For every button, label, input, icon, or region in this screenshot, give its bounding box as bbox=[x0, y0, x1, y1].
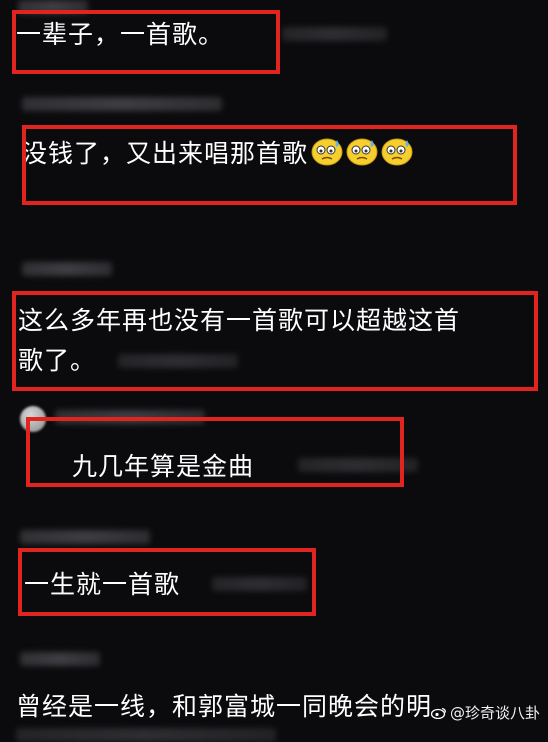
highlight-box bbox=[18, 548, 316, 616]
watermark: @珍奇谈八卦 bbox=[430, 702, 540, 723]
username-blurred[interactable] bbox=[20, 652, 100, 666]
comment-text: 曾经是一线，和郭富城一同晚会的明 bbox=[16, 692, 433, 721]
highlight-box bbox=[26, 417, 404, 487]
highlight-box bbox=[12, 10, 280, 74]
username-blurred[interactable] bbox=[22, 262, 112, 276]
highlight-box bbox=[22, 125, 517, 205]
username-blurred[interactable] bbox=[22, 97, 222, 111]
weibo-icon bbox=[430, 707, 447, 719]
comment-meta-blurred bbox=[282, 27, 387, 41]
highlight-box bbox=[12, 291, 538, 391]
comment-text-cutoff bbox=[16, 728, 276, 742]
username-blurred[interactable] bbox=[20, 530, 150, 544]
watermark-text: @珍奇谈八卦 bbox=[449, 704, 540, 722]
